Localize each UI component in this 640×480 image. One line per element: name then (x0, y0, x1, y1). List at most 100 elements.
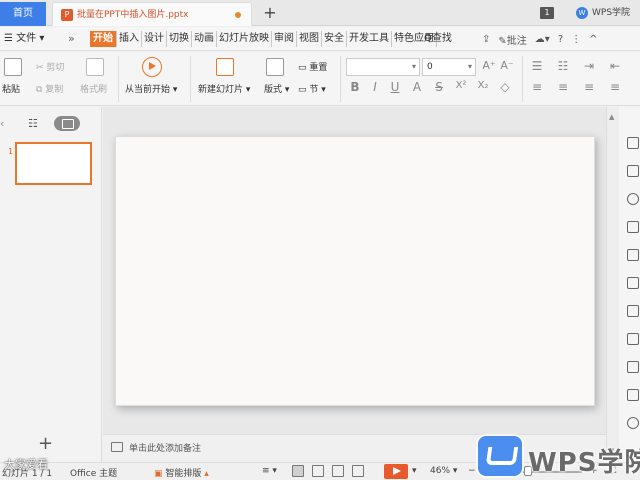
tab-home[interactable]: 首页 (0, 2, 46, 26)
play-icon[interactable] (142, 57, 162, 77)
font-color-icon[interactable]: A (410, 80, 424, 94)
slide-thumbnail[interactable] (15, 142, 92, 185)
vertical-scrollbar[interactable]: ▲ ▼ (607, 107, 619, 462)
smart-layout-button[interactable]: ▣ 智能排版 ▴ (154, 466, 209, 479)
properties-icon[interactable] (627, 165, 639, 177)
shrink-font-button[interactable]: A⁻ (500, 59, 514, 72)
help-icon[interactable]: ? (558, 34, 563, 45)
zoom-level-value: 46% (430, 466, 451, 476)
tab-document[interactable]: P 批量在PPT中插入图片.pptx (52, 2, 252, 26)
collapse-ribbon-icon[interactable]: ^ (589, 34, 597, 45)
tab-view[interactable]: 视图 (297, 31, 322, 47)
sorter-view-icon[interactable] (312, 465, 324, 477)
section-button[interactable]: ▭ 节 ▾ (298, 82, 326, 95)
play-from-current-button[interactable]: 从当前开始 ▾ (125, 82, 177, 95)
shape-icon[interactable] (627, 137, 639, 149)
cloud-sync-icon[interactable]: ☁▾ (535, 34, 550, 45)
new-slide-button[interactable]: 新建幻灯片 ▾ (198, 82, 250, 95)
new-slide-icon[interactable] (216, 58, 234, 76)
reset-label: 重置 (309, 63, 328, 73)
normal-view-icon[interactable] (292, 465, 304, 477)
tab-home-ribbon[interactable]: 开始 (90, 31, 117, 47)
wps-watermark-logo (478, 436, 522, 476)
grid-view-icon[interactable] (352, 465, 364, 477)
window-count-badge[interactable]: 1 (540, 7, 554, 19)
copy-button[interactable]: ⧉ 复制 (36, 82, 63, 95)
tab-review[interactable]: 审阅 (272, 31, 297, 47)
grid-icon[interactable] (627, 277, 639, 289)
italic-button[interactable]: I (368, 80, 382, 94)
paste-button[interactable]: 粘贴 (2, 82, 20, 95)
align-left-icon[interactable]: ≡ (530, 80, 544, 94)
indent-icon[interactable]: ⇥ (582, 59, 596, 73)
tab-design[interactable]: 设计 (142, 31, 167, 47)
font-name-select[interactable]: ▾ (346, 58, 420, 76)
crop-icon[interactable] (627, 361, 639, 373)
search-button[interactable]: Q查找 (424, 31, 452, 47)
outdent-icon[interactable]: ⇤ (608, 59, 622, 73)
font-size-select[interactable]: 0 ▾ (422, 58, 476, 76)
more-options-icon[interactable]: ⋮ (571, 34, 581, 45)
play-options-icon[interactable]: ▾ (412, 466, 417, 476)
menu-expand-icon[interactable]: » (68, 31, 75, 47)
strikethrough-button[interactable]: S (432, 80, 446, 94)
frame-icon[interactable] (627, 389, 639, 401)
cut-button[interactable]: ✂ 剪切 (36, 60, 64, 73)
comment-button[interactable]: ✎批注 (498, 32, 526, 47)
outline-view-icon[interactable]: ☷ (28, 117, 38, 130)
current-slide[interactable] (115, 136, 595, 406)
layout-button[interactable]: 版式 ▾ (264, 82, 289, 95)
chevron-down-icon: ▾ (467, 62, 472, 71)
wps-logo-icon: W (576, 6, 588, 19)
tab-security[interactable]: 安全 (322, 31, 347, 47)
zoom-out-button[interactable]: − (468, 466, 476, 476)
file-menu[interactable]: ☰ 文件 ▾ (4, 31, 44, 47)
slide-editor-canvas (103, 107, 606, 434)
unsaved-dot-icon[interactable] (235, 12, 241, 18)
layout-icon[interactable] (266, 58, 284, 76)
fill-icon[interactable] (627, 221, 639, 233)
add-slide-button[interactable]: + (38, 433, 53, 454)
superscript-button[interactable]: X² (454, 80, 468, 91)
slideshow-play-button[interactable] (384, 464, 408, 479)
sound-icon[interactable] (627, 417, 639, 429)
tab-slideshow[interactable]: 幻灯片放映 (217, 31, 272, 47)
ribbon-divider (340, 56, 341, 102)
grow-font-button[interactable]: A⁺ (482, 59, 496, 72)
bold-button[interactable]: B (348, 80, 362, 94)
tab-animation[interactable]: 动画 (192, 31, 217, 47)
format-painter-icon[interactable] (86, 58, 104, 76)
adjust-icon[interactable] (627, 305, 639, 317)
paste-icon[interactable] (4, 58, 22, 76)
layout-label: 版式 (264, 85, 283, 95)
zoom-level[interactable]: 46% ▾ (430, 466, 457, 476)
collapse-panel-icon[interactable]: ‹ (0, 117, 4, 130)
align-center-icon[interactable]: ≡ (556, 80, 570, 94)
comment-label: 批注 (506, 35, 527, 47)
theme-name[interactable]: Office 主题 (70, 466, 117, 479)
justify-icon[interactable]: ≡ (608, 80, 622, 94)
tab-transition[interactable]: 切换 (167, 31, 192, 47)
tab-developer[interactable]: 开发工具 (347, 31, 392, 47)
format-painter-button[interactable]: 格式刷 (80, 82, 107, 95)
bullet-list-icon[interactable]: ☰ (530, 59, 544, 73)
scroll-up-icon[interactable]: ▲ (609, 113, 614, 121)
align-right-icon[interactable]: ≡ (582, 80, 596, 94)
reset-button[interactable]: ▭ 重置 (298, 60, 327, 73)
notes-toggle-button[interactable]: ≡ ▾ (262, 466, 277, 476)
clear-format-button[interactable]: ◇ (498, 80, 512, 94)
underline-button[interactable]: U (388, 80, 402, 94)
tab-insert[interactable]: 插入 (117, 31, 142, 47)
image-icon[interactable] (627, 333, 639, 345)
share-icon[interactable]: ⇪ (482, 34, 490, 45)
numbered-list-icon[interactable]: ☷ (556, 59, 570, 73)
play-from-current-label: 从当前开始 (125, 85, 171, 95)
slides-view-button[interactable] (54, 116, 80, 131)
subscript-button[interactable]: X₂ (476, 80, 490, 91)
wps-account[interactable]: W WPS学院 (576, 5, 630, 21)
watermark-left-text: 大家爱看 (4, 458, 48, 471)
reading-view-icon[interactable] (332, 465, 344, 477)
new-tab-button[interactable]: + (262, 4, 278, 22)
layers-icon[interactable] (627, 249, 639, 261)
animation-icon[interactable] (627, 193, 639, 205)
